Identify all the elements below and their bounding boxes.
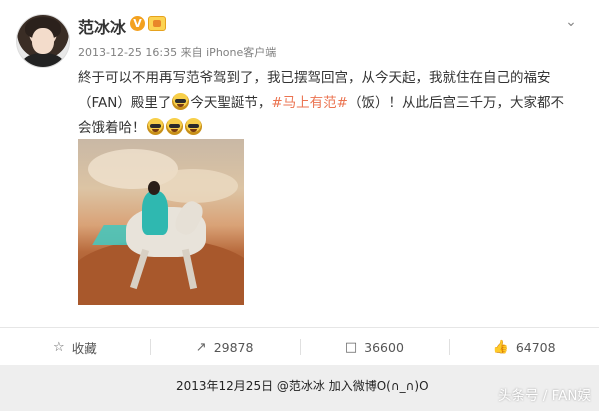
like-button[interactable]: 👍 64708 (449, 328, 599, 366)
laughing-emoji-icon (172, 93, 190, 110)
image-caption: 2013年12月25日 @范冰冰 加入微博O(∩_∩)O (176, 379, 429, 393)
post-text-line2b: 今天聖誕节， (190, 95, 272, 111)
thumbs-up-icon: 👍 (492, 339, 509, 355)
laughing-emoji-icon (165, 118, 183, 135)
post-text-line3: 会饿着哈！ (78, 120, 146, 136)
post-text: 終于可以不用再写范爷驾到了，我已摆驾回宫，从今天起，我就住在自己的福安 （FAN… (78, 66, 583, 141)
post-source[interactable]: iPhone客户端 (206, 46, 276, 59)
favorite-label: 收藏 (71, 340, 97, 356)
comment-count: 36600 (364, 339, 404, 355)
like-count: 64708 (515, 339, 556, 355)
post-image[interactable] (78, 139, 244, 305)
post-action-bar: ☆ 收藏 ↗ 29878 □ 36600 👍 64708 (0, 327, 599, 366)
image-rider-head (148, 181, 160, 195)
post-meta: 2013-12-25 16:35 来自 iPhone客户端 (78, 44, 276, 60)
chevron-down-icon[interactable]: ⌄ (563, 14, 579, 30)
username[interactable]: 范冰冰 (78, 14, 126, 38)
avatar-face (32, 28, 54, 54)
avatar-shirt (23, 53, 63, 67)
post-timestamp[interactable]: 2013-12-25 16:35 (78, 46, 177, 59)
comment-button[interactable]: □ 36600 (299, 328, 450, 366)
avatar[interactable] (16, 14, 70, 68)
watermark: 头条号 / FAN娱 (498, 388, 591, 404)
topic-hashtag-link[interactable]: #马上有范# (271, 95, 348, 111)
laughing-emoji-icon (184, 118, 202, 135)
repost-button[interactable]: ↗ 29878 (149, 328, 300, 366)
member-badge-icon[interactable] (148, 16, 166, 31)
repost-count: 29878 (213, 339, 254, 355)
star-icon: ☆ (53, 339, 65, 355)
image-caption-area: 2013年12月25日 @范冰冰 加入微博O(∩_∩)O 头条号 / FAN娱 (0, 365, 599, 411)
post-text-line2c: （饭）！从此后宫三千万，大家都不 (348, 95, 564, 111)
post-text-line1: 終于可以不用再写范爷驾到了，我已摆驾回宫，从今天起，我就住在自己的福安 (78, 70, 551, 86)
favorite-button[interactable]: ☆ 收藏 (0, 328, 150, 366)
share-icon: ↗ (195, 339, 207, 355)
image-rider (142, 191, 168, 235)
source-prefix: 来自 (180, 46, 203, 59)
post-text-line2a: （FAN）殿里了 (78, 95, 172, 111)
weibo-post-card: 范冰冰 V ⌄ 2013-12-25 16:35 来自 iPhone客户端 終于… (0, 0, 599, 328)
laughing-emoji-icon (146, 118, 164, 135)
verified-badge-icon[interactable]: V (130, 16, 145, 31)
comment-icon: □ (344, 339, 358, 355)
